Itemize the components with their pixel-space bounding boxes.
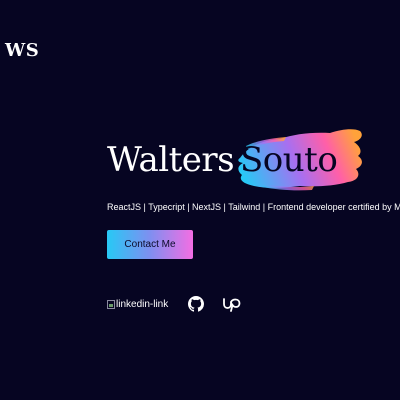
linkedin-link[interactable]: linkedin-link xyxy=(107,299,168,310)
github-icon xyxy=(188,296,205,312)
hero-tagline: ReactJS | Typecript | NextJS | Tailwind … xyxy=(107,202,400,212)
social-links: linkedin-link xyxy=(107,294,242,314)
upwork-icon xyxy=(223,298,241,312)
broken-image-icon xyxy=(107,299,115,309)
github-link[interactable] xyxy=(188,296,205,312)
hero-section: Walters Souto ReactJS | Typecript | Next… xyxy=(107,126,400,312)
upwork-link[interactable] xyxy=(222,296,242,312)
first-name: Walters xyxy=(107,140,235,180)
site-logo[interactable]: WS xyxy=(5,40,39,61)
hero-name: Walters Souto xyxy=(107,126,400,192)
linkedin-alt-text: linkedin-link xyxy=(116,298,169,310)
last-name: Souto xyxy=(240,140,338,180)
contact-me-button[interactable]: Contact Me xyxy=(107,230,193,259)
